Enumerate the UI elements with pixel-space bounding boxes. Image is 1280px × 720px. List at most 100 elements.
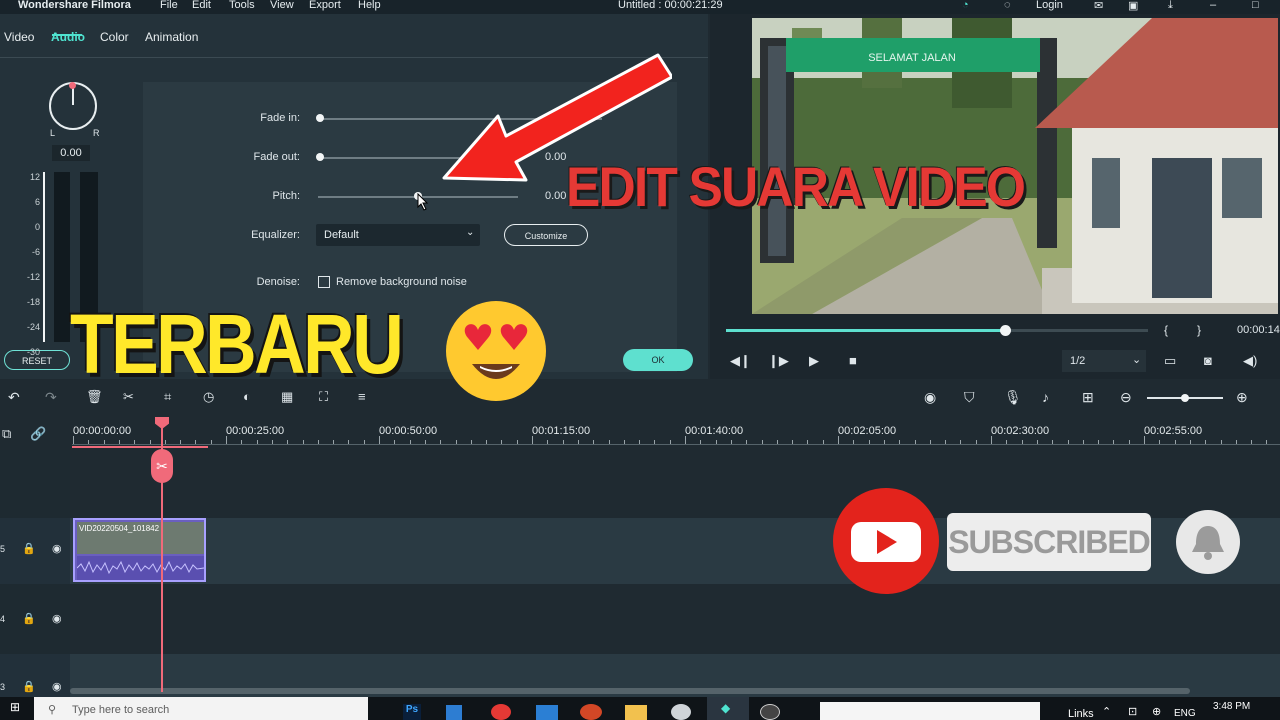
- calculator-icon[interactable]: [446, 705, 462, 720]
- equalizer-select[interactable]: Default ⌄: [316, 224, 480, 246]
- lock-icon[interactable]: 🔒: [22, 680, 36, 693]
- undo-icon[interactable]: ↶: [8, 389, 20, 406]
- language-indicator[interactable]: ENG: [1174, 708, 1196, 719]
- marker-icon[interactable]: ⛉: [964, 389, 975, 406]
- ruler-tick: [960, 440, 962, 444]
- balance-value[interactable]: 0.00: [52, 145, 90, 161]
- ruler-tick: [440, 440, 442, 444]
- snapshot-icon[interactable]: ◙: [1204, 353, 1212, 368]
- powerpoint-icon[interactable]: [580, 704, 602, 720]
- save-icon[interactable]: ▣: [1128, 0, 1138, 12]
- quality-select[interactable]: 1/2 ⌄: [1062, 350, 1146, 372]
- tab-video[interactable]: Video: [4, 30, 34, 44]
- microphone-icon[interactable]: 🎙: [1004, 389, 1022, 406]
- mail-icon[interactable]: ✉: [1094, 0, 1103, 12]
- subscribed-button[interactable]: SUBSCRIBED: [947, 513, 1151, 571]
- customize-button[interactable]: Customize: [504, 224, 588, 246]
- address-toolbar[interactable]: [820, 702, 1040, 720]
- gate-sign-text: SELAMAT JALAN: [868, 52, 956, 64]
- recorder-icon[interactable]: [491, 704, 511, 720]
- fade-in-knob[interactable]: [316, 114, 324, 122]
- preview-progress-track[interactable]: [726, 329, 1148, 332]
- zoom-out-icon[interactable]: ⊖: [1120, 389, 1132, 406]
- ruler-tick: [1235, 440, 1237, 444]
- tab-audio[interactable]: Audio: [51, 30, 85, 44]
- preview-time: 00:00:14: [1237, 324, 1280, 336]
- eye-icon[interactable]: ◉: [52, 680, 62, 693]
- lock-icon[interactable]: 🔒: [22, 542, 36, 555]
- volume-slider-line[interactable]: [43, 172, 45, 342]
- ruler-tick: [1128, 440, 1130, 444]
- ruler-tick: [226, 436, 227, 444]
- notification-bell-icon[interactable]: [1176, 510, 1240, 574]
- tab-animation[interactable]: Animation: [145, 30, 198, 44]
- download-icon[interactable]: ⤓: [1168, 0, 1173, 12]
- minimize-icon[interactable]: –: [1210, 0, 1216, 11]
- fade-out-knob[interactable]: [316, 153, 324, 161]
- render-icon[interactable]: ◉: [924, 389, 936, 406]
- filmora-taskbar-item[interactable]: ◆: [707, 697, 749, 720]
- mark-out-icon[interactable]: }: [1197, 323, 1201, 337]
- pitch-value[interactable]: 0.00: [545, 190, 566, 202]
- menu-file[interactable]: File: [160, 0, 178, 11]
- eye-icon[interactable]: ◉: [52, 612, 62, 625]
- zoom-slider-knob[interactable]: [1181, 394, 1189, 402]
- monitor-icon[interactable]: ▭: [1164, 353, 1176, 369]
- zoom-in-icon[interactable]: ⊕: [1236, 389, 1248, 406]
- taskbar-clock[interactable]: 3:48 PM: [1213, 701, 1250, 712]
- menu-help[interactable]: Help: [358, 0, 381, 11]
- menu-edit[interactable]: Edit: [192, 0, 211, 11]
- menu-export[interactable]: Export: [309, 0, 341, 11]
- add-track-icon[interactable]: ⧉: [2, 426, 11, 442]
- quality-value: 1/2: [1070, 355, 1086, 367]
- split-scissors-icon[interactable]: ✂: [151, 449, 173, 483]
- tab-color[interactable]: Color: [100, 30, 129, 44]
- work-area-bar[interactable]: [72, 446, 208, 448]
- lightbulb-icon[interactable]: ◌: [1004, 0, 1011, 11]
- photoshop-icon[interactable]: Ps: [403, 704, 421, 720]
- ruler-tick: [379, 436, 380, 444]
- obs-icon[interactable]: [760, 704, 780, 720]
- lock-icon[interactable]: 🔒: [22, 612, 36, 625]
- browser-icon[interactable]: [671, 704, 691, 720]
- links-toolbar[interactable]: Links: [1068, 708, 1094, 720]
- menu-tools[interactable]: Tools: [229, 0, 255, 11]
- preview-progress-knob[interactable]: [999, 325, 1011, 336]
- maximize-icon[interactable]: □: [1252, 0, 1259, 11]
- meter-bar-left: [54, 172, 70, 342]
- globe-icon[interactable]: ⊕: [1152, 705, 1161, 718]
- mouse-cursor-icon: [417, 193, 429, 211]
- mail-app-icon[interactable]: [536, 705, 558, 720]
- meter-tick-label: -24: [26, 322, 40, 332]
- network-icon[interactable]: ⊡: [1128, 705, 1137, 718]
- voiceover-icon[interactable]: ♪: [1042, 389, 1049, 405]
- chevron-up-icon[interactable]: ⌃: [1102, 705, 1111, 718]
- play-icon[interactable]: ▶: [809, 353, 819, 369]
- denoise-checkbox[interactable]: [318, 276, 330, 288]
- start-icon[interactable]: ⊞: [10, 700, 20, 714]
- taskbar-search[interactable]: ⚲ Type here to search: [34, 697, 368, 720]
- eye-icon[interactable]: ◉: [52, 542, 62, 555]
- mark-in-icon[interactable]: {: [1164, 323, 1168, 337]
- stop-icon[interactable]: ■: [849, 353, 857, 368]
- ruler-tick: [516, 440, 518, 444]
- redo-icon[interactable]: ↷: [45, 389, 57, 406]
- timeline-scrollbar[interactable]: [70, 688, 1190, 694]
- prev-frame-icon[interactable]: ◀❙: [730, 353, 751, 369]
- link-icon[interactable]: 🔗: [30, 426, 46, 442]
- ruler-tick: [1189, 440, 1191, 444]
- file-explorer-icon[interactable]: [625, 705, 647, 720]
- login-link[interactable]: Login: [1036, 0, 1063, 11]
- ruler-tick: [1251, 440, 1253, 444]
- ruler-tick: [317, 440, 319, 444]
- ok-button[interactable]: OK: [623, 349, 693, 371]
- headset-icon[interactable]: ◔: [962, 0, 969, 11]
- equalizer-value: Default: [324, 229, 359, 241]
- track-header-4: 4 🔒 ◉: [0, 584, 70, 654]
- menu-view[interactable]: View: [270, 0, 294, 11]
- volume-icon[interactable]: ◀): [1243, 353, 1257, 369]
- video-clip[interactable]: VID20220504_101842: [73, 518, 206, 582]
- balance-knob[interactable]: [49, 82, 97, 130]
- play-reverse-icon[interactable]: ❙▶: [768, 353, 789, 369]
- snapshot-timeline-icon[interactable]: ⊞: [1082, 389, 1094, 406]
